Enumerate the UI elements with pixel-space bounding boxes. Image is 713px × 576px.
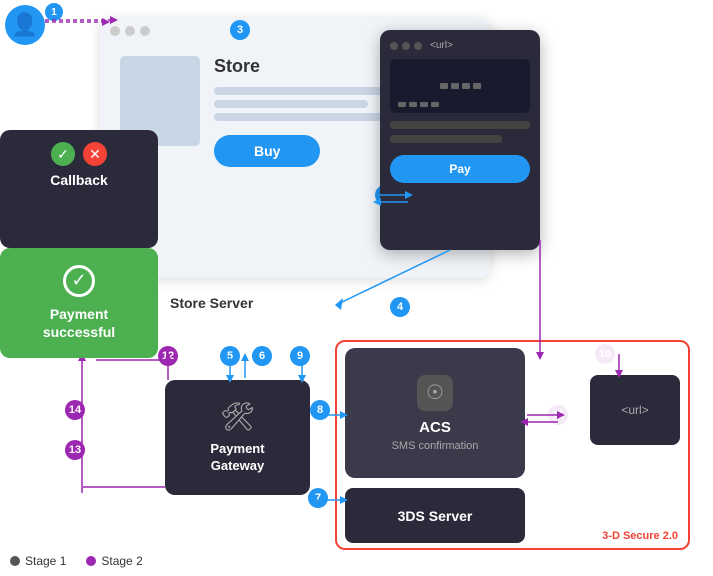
chip-part-4	[473, 83, 481, 89]
modal-dot-1	[390, 42, 398, 50]
pline-2	[214, 100, 368, 108]
stage-1-dot	[10, 556, 20, 566]
acs-subtitle: SMS confirmation	[392, 440, 479, 452]
store-server-label: Store Server	[170, 295, 253, 311]
modal-titlebar: <url>	[390, 40, 530, 51]
success-check-icon: ✓	[63, 265, 95, 297]
chip-part-1	[440, 83, 448, 89]
badge-7: 7	[308, 488, 328, 508]
payment-success-box: ✓ Paymentsuccessful	[0, 248, 158, 358]
badge-3: 3	[230, 20, 250, 40]
tds-server-box: 3DS Server	[345, 488, 525, 543]
chip-part-2	[451, 83, 459, 89]
dot-2	[125, 26, 135, 36]
secure-label: 3-D Secure 2.0	[602, 530, 678, 542]
badge-14: 14	[65, 400, 85, 420]
chip-part-3	[462, 83, 470, 89]
callback-box: ✓ ✕ Callback	[0, 130, 158, 248]
stage-2-item: Stage 2	[86, 554, 142, 568]
url-box-label: <url>	[621, 403, 648, 417]
badge-8: 8	[310, 400, 330, 420]
payment-modal: <url> Pay	[380, 30, 540, 250]
url-box: <url>	[590, 375, 680, 445]
badge-1: 1	[45, 3, 63, 21]
dot-1	[110, 26, 120, 36]
callback-label: Callback	[50, 172, 108, 188]
badge-13: 13	[65, 440, 85, 460]
modal-dot-3	[414, 42, 422, 50]
card-chip	[440, 83, 481, 89]
gateway-label: PaymentGateway	[210, 441, 264, 475]
stage-1-label: Stage 1	[25, 554, 66, 568]
field-line-2	[390, 135, 502, 143]
badge-4: 4	[390, 297, 410, 317]
acs-shield-icon: ☉	[417, 375, 453, 411]
cross-icon: ✕	[83, 142, 107, 166]
tds-server-label: 3DS Server	[398, 508, 473, 524]
buy-button[interactable]: Buy	[214, 135, 320, 167]
gateway-server-icon: 🛠	[220, 400, 256, 433]
acs-box: ☉ ACS SMS confirmation	[345, 348, 525, 478]
badge-9: 9	[290, 346, 310, 366]
acs-title: ACS	[419, 419, 451, 436]
badge-5: 5	[220, 346, 240, 366]
modal-dot-2	[402, 42, 410, 50]
card-graphic	[390, 59, 530, 113]
badge-6: 6	[252, 346, 272, 366]
stage-legend: Stage 1 Stage 2	[10, 554, 143, 568]
pline-3	[214, 113, 393, 121]
stage-2-label: Stage 2	[101, 554, 142, 568]
user-avatar: 👤	[5, 5, 45, 45]
callback-icons: ✓ ✕	[51, 142, 107, 166]
field-line-1	[390, 121, 530, 129]
modal-url: <url>	[430, 40, 453, 51]
payment-gateway-box: 🛠 PaymentGateway	[165, 380, 310, 495]
stage-1-item: Stage 1	[10, 554, 66, 568]
check-icon: ✓	[51, 142, 75, 166]
badge-12: 12	[158, 346, 178, 366]
payment-success-label: Paymentsuccessful	[43, 305, 115, 341]
stage-2-dot	[86, 556, 96, 566]
pay-button[interactable]: Pay	[390, 155, 530, 183]
dot-3	[140, 26, 150, 36]
